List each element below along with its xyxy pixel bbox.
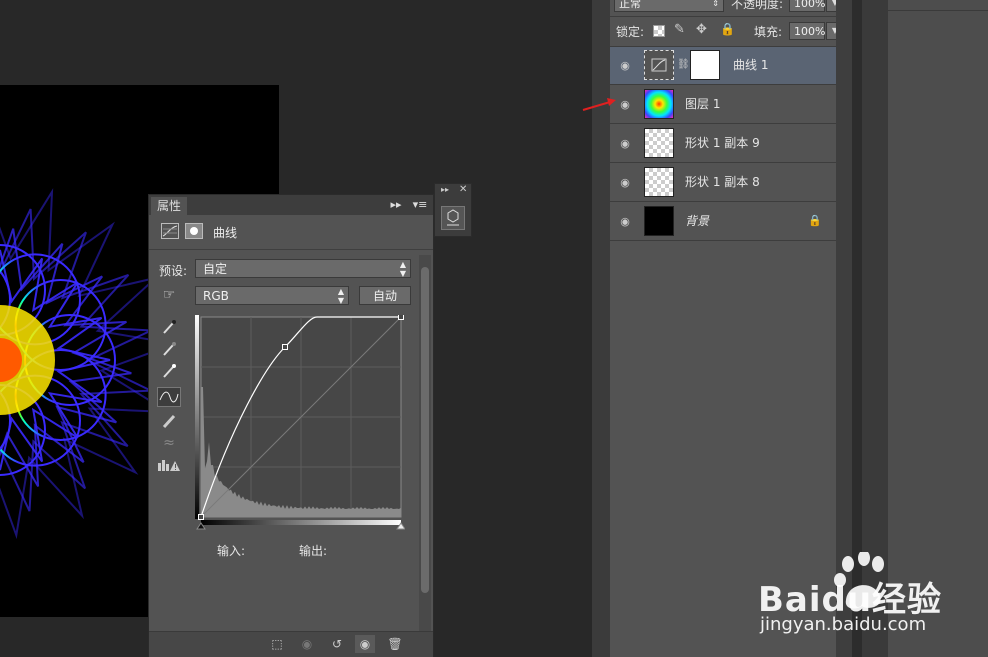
updown-arrow-icon: ▲ ▼ bbox=[337, 287, 344, 305]
preset-select[interactable]: 自定 ▲ ▼ bbox=[195, 259, 411, 278]
3d-panel-icon[interactable] bbox=[441, 206, 465, 230]
divider bbox=[149, 249, 433, 250]
edit-points-curve-icon[interactable] bbox=[157, 387, 181, 407]
close-icon[interactable]: ✕ bbox=[459, 184, 467, 195]
opacity-label: 不透明度: bbox=[731, 0, 784, 11]
baidu-watermark: Baidu经验 jingyan.baidu.com bbox=[758, 552, 988, 657]
layer-row-background[interactable]: ◉ 背景 🔒 bbox=[610, 203, 836, 241]
clip-to-layer-icon[interactable]: ⬚ bbox=[267, 635, 287, 653]
white-point-eyedropper-icon[interactable] bbox=[159, 361, 179, 381]
updown-arrow-icon: ⇕ bbox=[712, 0, 719, 8]
preset-label: 预设: bbox=[159, 264, 188, 278]
properties-footer: ⬚ ◉ ↺ ◉ 🗑 bbox=[149, 631, 433, 657]
fill-input[interactable]: 100% bbox=[789, 22, 825, 40]
annotation-arrow-icon bbox=[582, 98, 616, 111]
smooth-curve-icon[interactable]: ≈ bbox=[159, 433, 179, 453]
targeted-adjustment-hand-icon[interactable]: ☞ bbox=[159, 285, 179, 305]
visibility-eye-icon[interactable]: ◉ bbox=[618, 176, 632, 190]
layer-row-shape[interactable]: ◉ 形状 1 副本 9 bbox=[610, 125, 836, 163]
properties-scrollbar[interactable] bbox=[419, 255, 431, 631]
view-previous-state-icon[interactable]: ◉ bbox=[297, 635, 317, 653]
layer-name[interactable]: 形状 1 副本 9 bbox=[685, 135, 760, 151]
scrollbar-thumb[interactable] bbox=[421, 267, 429, 593]
mask-icon[interactable] bbox=[185, 223, 203, 239]
layer-thumbnail bbox=[644, 167, 674, 197]
layer-thumbnail bbox=[644, 128, 674, 158]
layer-name[interactable]: 背景 bbox=[685, 213, 709, 229]
output-label: 输出: bbox=[299, 544, 328, 558]
curve-control-point[interactable] bbox=[198, 514, 204, 520]
curves-layer-thumbnail bbox=[644, 50, 674, 80]
layer-name[interactable]: 图层 1 bbox=[685, 96, 720, 112]
lock-all-icon[interactable]: 🔒 bbox=[720, 22, 735, 36]
properties-panel: 属性 ▸▸ ▾≡ 曲线 预设: 自定 ▲▼ ☞ RGB ▲▼ 自动 ≈ ! bbox=[148, 194, 434, 657]
blend-mode-select[interactable]: 正常 ⇕ bbox=[614, 0, 724, 12]
layer-thumbnail bbox=[644, 206, 674, 236]
curve-control-point[interactable] bbox=[398, 314, 404, 320]
panel-menu-icon[interactable]: ▾≡ bbox=[411, 195, 429, 215]
opacity-input[interactable]: 100% bbox=[789, 0, 825, 12]
black-point-eyedropper-icon[interactable] bbox=[159, 317, 179, 337]
layer-mask-thumbnail[interactable] bbox=[690, 50, 720, 80]
channel-select[interactable]: RGB ▲ ▼ bbox=[195, 286, 349, 305]
layer-name[interactable]: 形状 1 副本 8 bbox=[685, 174, 760, 190]
lock-icon: 🔒 bbox=[808, 214, 822, 227]
visibility-eye-icon[interactable]: ◉ bbox=[618, 98, 632, 112]
visibility-eye-icon[interactable]: ◉ bbox=[355, 635, 375, 653]
expand-icon[interactable]: ▸▸ bbox=[441, 185, 449, 194]
blend-mode-value: 正常 bbox=[619, 0, 641, 10]
tab-properties[interactable]: 属性 bbox=[151, 197, 188, 215]
channel-value: RGB bbox=[203, 289, 229, 303]
svg-text:!: ! bbox=[174, 463, 177, 472]
input-label: 输入: bbox=[217, 544, 246, 558]
layer-row-shape[interactable]: ◉ 形状 1 副本 8 bbox=[610, 164, 836, 202]
lock-transparent-icon[interactable] bbox=[653, 25, 665, 37]
fill-label: 填充: bbox=[754, 25, 783, 39]
layer-row-curves[interactable]: ◉ ⛓ 曲线 1 bbox=[610, 47, 836, 85]
gray-point-eyedropper-icon[interactable] bbox=[159, 339, 179, 359]
curves-adjustment-icon[interactable] bbox=[161, 223, 179, 239]
clipping-warning-icon[interactable]: ! bbox=[157, 457, 181, 477]
updown-arrow-icon: ▲ ▼ bbox=[399, 260, 406, 278]
layer-row-image[interactable]: ◉ 图层 1 bbox=[610, 86, 836, 124]
curve-graph[interactable] bbox=[195, 314, 406, 531]
pencil-draw-icon[interactable] bbox=[159, 411, 179, 431]
reset-icon[interactable]: ↺ bbox=[327, 635, 347, 653]
visibility-eye-icon[interactable]: ◉ bbox=[618, 59, 632, 73]
auto-button[interactable]: 自动 bbox=[359, 286, 411, 305]
layer-name[interactable]: 曲线 1 bbox=[733, 57, 768, 73]
preset-value: 自定 bbox=[203, 262, 228, 276]
chain-link-icon[interactable]: ⛓ bbox=[677, 59, 690, 70]
lock-label: 锁定: bbox=[616, 25, 645, 39]
lock-position-move-icon[interactable]: ✥ bbox=[696, 22, 707, 37]
lock-pixels-brush-icon[interactable]: ✎ bbox=[674, 22, 685, 37]
collapsed-panel-dock: ▸▸ ✕ bbox=[434, 183, 472, 237]
visibility-eye-icon[interactable]: ◉ bbox=[618, 137, 632, 151]
visibility-eye-icon[interactable]: ◉ bbox=[618, 215, 632, 229]
panel-header bbox=[888, 0, 988, 11]
properties-titlebar: 属性 ▸▸ ▾≡ bbox=[149, 195, 433, 215]
collapse-icon[interactable]: ▸▸ bbox=[389, 195, 403, 215]
adjustment-title: 曲线 bbox=[213, 226, 238, 240]
divider bbox=[610, 16, 836, 17]
curve-control-point[interactable] bbox=[282, 344, 288, 350]
layer-thumbnail bbox=[644, 89, 674, 119]
watermark-url: jingyan.baidu.com bbox=[760, 614, 927, 635]
trash-icon[interactable]: 🗑 bbox=[385, 635, 405, 653]
